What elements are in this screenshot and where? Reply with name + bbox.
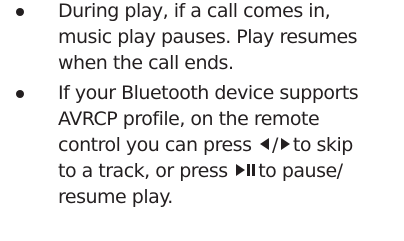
bullet-icon bbox=[16, 90, 24, 98]
list-item: If your Bluetooth device supports AVRCP … bbox=[0, 80, 404, 210]
text-line: If your Bluetooth device supports bbox=[58, 82, 359, 104]
pause-icon bbox=[247, 164, 256, 176]
bullet-icon bbox=[16, 8, 24, 16]
text-line-with-icons: to a track, or press to pause/ bbox=[58, 158, 404, 184]
instruction-list: During play, if a call comes in, music p… bbox=[0, 0, 404, 210]
text-fragment: to skip bbox=[292, 134, 353, 156]
text-line: when the call ends. bbox=[58, 52, 234, 74]
skip-back-triangle-icon bbox=[260, 138, 270, 150]
text-fragment: to pause/ bbox=[258, 160, 343, 182]
skip-forward-triangle-icon bbox=[280, 138, 290, 150]
text-fragment: to a track, or press bbox=[58, 160, 228, 182]
text-line-with-icons: control you can press / to skip bbox=[58, 132, 404, 158]
slash-text: / bbox=[272, 134, 278, 156]
text-line: AVRCP profile, on the remote bbox=[58, 108, 320, 130]
play-icon bbox=[236, 164, 246, 176]
text-line: During play, if a call comes in, bbox=[58, 0, 331, 22]
text-fragment: control you can press bbox=[58, 134, 252, 156]
text-line: music play pauses. Play resumes bbox=[58, 26, 358, 48]
text-line: resume play. bbox=[58, 186, 173, 208]
list-item: During play, if a call comes in, music p… bbox=[0, 0, 404, 76]
